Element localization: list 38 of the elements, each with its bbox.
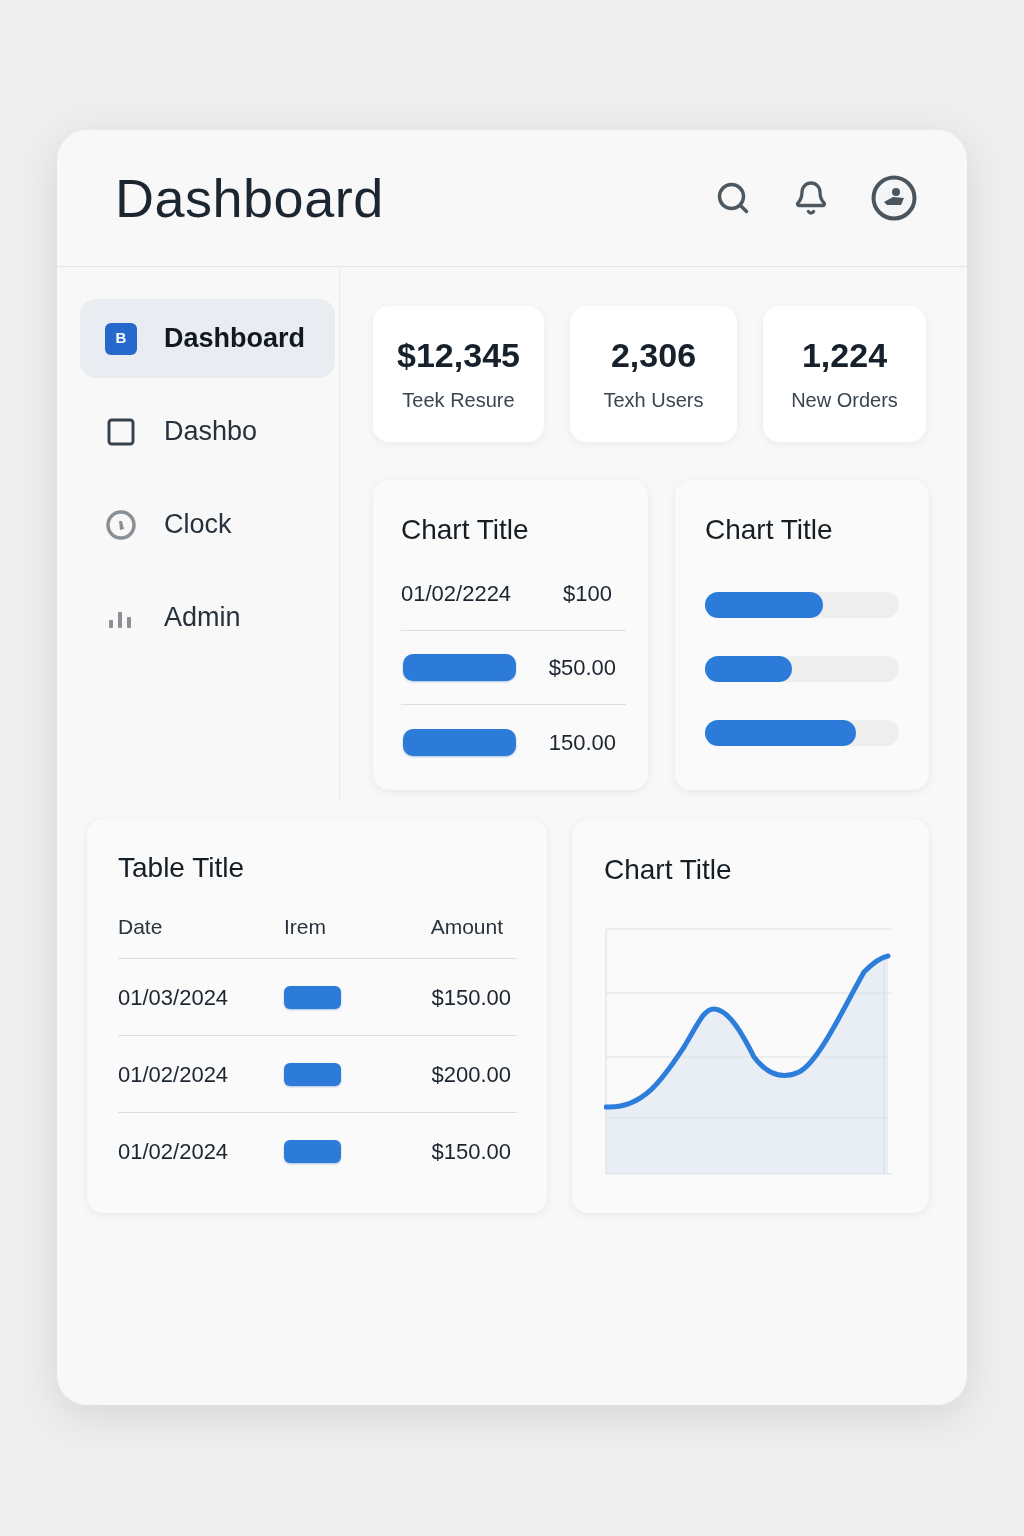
column-header: Irem (284, 913, 327, 940)
stat-value: 2,306 (610, 338, 697, 372)
logo-badge: B (105, 322, 137, 355)
list-amount: 150.00 (548, 728, 616, 757)
stat-value: $12,345 (397, 338, 520, 372)
table-cell-text: $150.00 (431, 1138, 511, 1166)
column-header: Date (118, 913, 164, 940)
table-cell-text: $150.00 (431, 983, 511, 1012)
card-title: Chart Title (401, 513, 530, 547)
list-amount: $100 (563, 580, 612, 608)
table-cell-text: $200.00 (431, 1060, 511, 1089)
table-cell-text: 01/02/2024 (118, 1138, 230, 1166)
table-cell-text: 01/02/2024 (118, 1060, 230, 1089)
card-title: Table Title (118, 851, 246, 885)
stat-value: 1,224 (801, 338, 888, 372)
notifications-button[interactable] (793, 180, 829, 216)
card-title: Chart Title (705, 513, 834, 547)
pill-icon (284, 1062, 341, 1086)
list-date: 01/02/2224 (401, 580, 512, 608)
stat-label: Teek Resure (402, 390, 515, 410)
list-amount: $50.00 (548, 654, 616, 682)
sidebar-item[interactable]: Dashbo (80, 392, 335, 471)
page-title: Dashboard (115, 171, 384, 225)
column-header: Amount (430, 913, 503, 940)
sidebar-item[interactable]: Admin (80, 578, 335, 657)
stat-label: Texh Users (603, 390, 704, 410)
sidebar-item[interactable]: Clock (80, 485, 335, 564)
pill-icon (284, 1140, 341, 1163)
clock-icon (105, 508, 137, 541)
pill-icon (403, 728, 516, 756)
stat-label: New Orders (791, 390, 898, 410)
table-cell-text: 01/03/2024 (118, 983, 230, 1012)
pill-icon (284, 985, 341, 1009)
search-button[interactable] (715, 180, 751, 216)
sidebar-item[interactable]: B Dashboard (80, 299, 335, 378)
card-title: Chart Title (604, 853, 733, 887)
avatar-icon[interactable] (871, 175, 917, 221)
pill-icon (403, 654, 516, 681)
